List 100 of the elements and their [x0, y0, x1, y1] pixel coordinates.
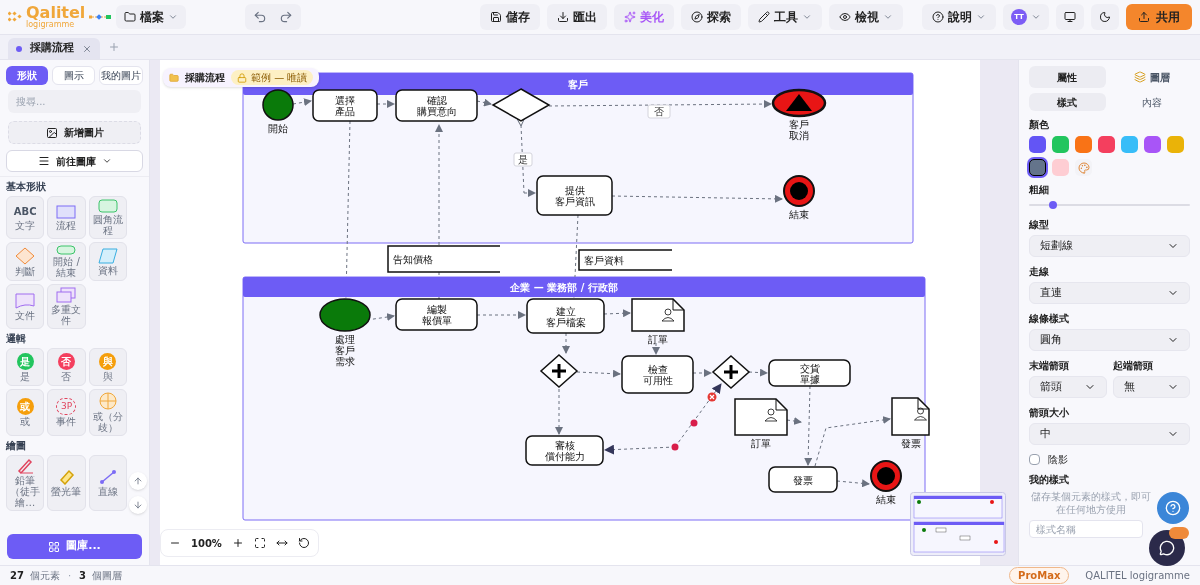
logo-icon [8, 10, 22, 24]
menu-button[interactable]: 檢視 [829, 4, 903, 30]
reset-view-icon[interactable] [297, 537, 310, 549]
toolbar-button[interactable]: 探索 [681, 4, 741, 30]
help-button[interactable] [1157, 492, 1189, 524]
select-field[interactable]: 直連 [1029, 282, 1190, 304]
shape-tile[interactable]: 3P 事件 [47, 389, 86, 436]
shape-tile[interactable]: 與 與 [88, 348, 127, 386]
color-swatch[interactable] [1052, 159, 1069, 176]
select-field[interactable]: 中 [1029, 423, 1190, 445]
node-label: 建立 客戶檔案 [545, 305, 586, 328]
shape-tile[interactable]: 判斷 [6, 242, 45, 281]
connector-arrow [292, 98, 312, 107]
status-separator: · [67, 569, 72, 583]
color-swatch[interactable] [1121, 136, 1138, 153]
shape-tile[interactable]: 或 或 [6, 389, 45, 436]
shape-tile[interactable]: 文件 [6, 284, 45, 329]
style-name-field[interactable]: 樣式名稱 [1029, 520, 1143, 538]
monitor-icon [1064, 11, 1076, 23]
connector-logo-icon [89, 14, 112, 20]
panel-tab[interactable]: 我的圖片 [99, 66, 143, 85]
select-field[interactable]: 圓角 [1029, 329, 1190, 351]
shape-icon [97, 247, 118, 264]
shape-tile[interactable]: 是 是 [6, 348, 45, 386]
fit-screen-icon[interactable] [253, 537, 266, 549]
color-swatch[interactable] [1098, 136, 1115, 153]
share-button[interactable]: 共用 [1126, 4, 1192, 30]
color-swatch[interactable] [1075, 136, 1092, 153]
connector-arrow [603, 309, 631, 318]
shape-tile[interactable]: 圓角流程 [88, 196, 127, 239]
checkbox-label: 陰影 [1048, 453, 1068, 467]
tile-label: 是 [20, 370, 31, 382]
panel-tab[interactable]: 圖層 [1113, 66, 1190, 88]
theme-button[interactable] [1091, 4, 1119, 30]
custom-color-button[interactable] [1075, 159, 1092, 176]
shape-tile[interactable]: 資料 [88, 242, 127, 281]
shape-tile[interactable]: 開始 / 結束 [47, 242, 86, 281]
zoom-in-icon[interactable] [231, 537, 244, 549]
minimap[interactable] [910, 492, 1006, 556]
color-swatch[interactable] [1029, 136, 1046, 153]
toolbar-button[interactable]: 美化 [614, 4, 674, 30]
parallel-gateway [711, 355, 751, 389]
folder-icon [124, 11, 136, 23]
library-dropdown[interactable]: 前往圖庫 [6, 150, 143, 172]
decision-diamond [491, 88, 551, 122]
shape-tile[interactable]: 或（分歧） [88, 389, 127, 436]
swimlane-title: 客戶 [568, 79, 588, 90]
select-field[interactable]: 箭頭 [1029, 376, 1107, 398]
sub-tab[interactable]: 樣式 [1029, 93, 1106, 111]
zoom-level: 100% [191, 536, 222, 551]
delete-waypoint-icon[interactable] [707, 392, 717, 402]
tile-label: 螢光筆 [51, 486, 82, 497]
shape-tile[interactable]: 否 否 [47, 348, 86, 386]
panel-tab[interactable]: 形狀 [6, 66, 48, 85]
search-field[interactable]: 搜尋... [8, 90, 141, 113]
section-heading: 邏輯 [6, 332, 27, 346]
toolbar-button[interactable]: 匯出 [547, 4, 607, 30]
waypoint-handle[interactable] [671, 443, 679, 451]
task-box [312, 89, 378, 122]
shape-tile[interactable]: 鉛筆（徒手繪… [6, 455, 45, 511]
shape-tile[interactable]: 多重文件 [47, 284, 86, 329]
shape-tile[interactable]: ABC 文字 [6, 196, 45, 239]
field-label: 線條樣式 [1029, 312, 1070, 326]
color-swatch[interactable] [1144, 136, 1161, 153]
end-event [870, 460, 902, 492]
shape-tile[interactable]: 螢光筆 [47, 455, 86, 511]
color-swatch[interactable] [1029, 159, 1046, 176]
shape-tile[interactable]: 流程 [47, 196, 86, 239]
add-image-button[interactable]: 新增圖片 [8, 121, 141, 144]
menu-button[interactable]: 工具 [748, 4, 822, 30]
file-menu[interactable]: 檔案 [116, 5, 186, 29]
image-icon [45, 126, 58, 139]
panel-tab[interactable]: 屬性 [1029, 66, 1106, 88]
color-swatch[interactable] [1052, 136, 1069, 153]
color-swatch[interactable] [1167, 136, 1184, 153]
select-field[interactable]: 短劃線 [1029, 235, 1190, 257]
help-menu[interactable]: 說明 [922, 4, 996, 30]
shape-tile[interactable]: 直線 [88, 455, 127, 511]
tile-label: 開始 / 結束 [52, 256, 81, 278]
sub-tab[interactable]: 內容 [1113, 93, 1190, 111]
shadow-checkbox[interactable] [1029, 454, 1040, 465]
node-label: 結束 [876, 494, 896, 505]
close-icon[interactable] [82, 43, 92, 54]
shape-icon [56, 287, 77, 303]
select-field[interactable]: 無 [1112, 376, 1190, 398]
tile-label: 直線 [97, 486, 118, 497]
toolbar-button[interactable]: 儲存 [480, 4, 540, 30]
caret-icon [168, 12, 178, 22]
library-button[interactable]: 圖庫... [7, 534, 142, 559]
chat-button[interactable] [1149, 530, 1185, 566]
node-label: 訂單 [648, 334, 668, 345]
width-slider[interactable] [1029, 200, 1190, 210]
waypoint-handle[interactable] [690, 419, 698, 427]
document-tab[interactable]: 採購流程 [8, 38, 100, 59]
slider-thumb[interactable] [1049, 201, 1058, 209]
panel-tab[interactable]: 圖示 [51, 66, 96, 85]
start-event [262, 89, 294, 121]
notification-badge [1169, 527, 1189, 539]
present-button[interactable] [1056, 4, 1084, 30]
help-icon [1165, 500, 1181, 516]
